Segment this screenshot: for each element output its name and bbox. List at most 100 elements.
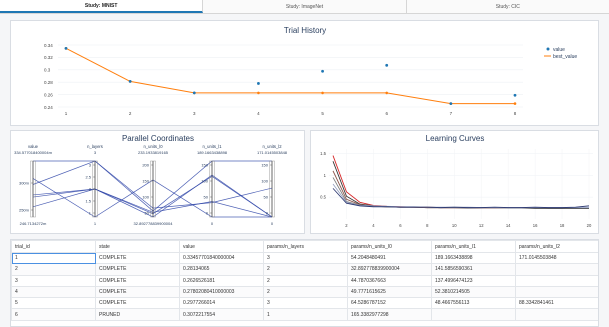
x-tick-label: 1 xyxy=(65,111,68,116)
table-cell[interactable]: 165.3382977298 xyxy=(347,308,432,321)
learning-curves-panel: Learning Curves 1.5 1 0.5 2 4 6 8 10 12 14 16 18 20 xyxy=(310,130,599,234)
table-cell[interactable]: 44.7870367663 xyxy=(347,274,432,287)
axis-bottom-value: 1 xyxy=(94,221,97,226)
y-tick-label: 1 xyxy=(324,173,327,178)
axis-top-value: 233.1933819165 xyxy=(138,150,169,155)
table-row[interactable]: 5 COMPLETE 0.2977266014 3 64.5286787152 48.46… xyxy=(11,297,598,310)
axis-title: n_layers xyxy=(87,144,103,149)
tab-study-mnist[interactable]: Study: MNIST xyxy=(0,0,204,13)
tab-study-cic[interactable]: Study: CIC xyxy=(407,0,609,13)
table-cell[interactable]: 2 xyxy=(263,263,348,276)
axis-tick-label: 2.5 xyxy=(85,175,91,180)
table-cell[interactable] xyxy=(515,285,598,299)
column-header-value[interactable]: value xyxy=(179,240,264,253)
table-cell[interactable]: 137.4996474123 xyxy=(431,274,516,287)
learning-curve-line xyxy=(332,161,589,209)
table-cell[interactable] xyxy=(431,308,516,321)
column-header-n-units-l1[interactable]: params/n_units_l1 xyxy=(431,240,516,253)
table-cell[interactable]: 2 xyxy=(263,274,348,287)
trial-history-title: Trial History xyxy=(284,26,326,35)
x-tick-label: 18 xyxy=(560,223,565,228)
table-cell[interactable]: 88.3342841461 xyxy=(515,297,598,310)
y-tick-label: 0.24 xyxy=(44,105,53,110)
table-cell[interactable]: 52.3810214505 xyxy=(431,285,516,299)
column-header-state[interactable]: state xyxy=(95,240,180,253)
learning-curve-line xyxy=(332,170,589,209)
column-header-n-units-l2[interactable]: params/n_units_l2 xyxy=(515,240,598,253)
table-cell[interactable]: 2 xyxy=(11,263,96,276)
table-cell[interactable]: 48.4667556113 xyxy=(431,297,516,310)
table-cell[interactable]: COMPLETE xyxy=(95,285,180,299)
table-cell[interactable]: 0.27802080410000003 xyxy=(179,285,264,299)
axis-top-value: 334.577018400004m xyxy=(14,150,52,155)
parallel-coordinates-chart[interactable]: Parallel Coordinates value334.5770184000… xyxy=(11,131,305,234)
table-cell[interactable] xyxy=(515,308,598,321)
column-header-n-layers[interactable]: params/n_layers xyxy=(263,240,348,253)
table-header-row: trial_id state value params/n_layers par… xyxy=(11,240,598,253)
table-cell[interactable] xyxy=(515,274,598,287)
table-cell[interactable]: 49.7771615625 xyxy=(347,285,432,299)
table-cell[interactable]: 4 xyxy=(11,285,96,299)
table-cell[interactable]: 0.33457701840000004 xyxy=(179,251,264,265)
axis-top-value: 3 xyxy=(94,150,97,155)
table-cell[interactable]: 3 xyxy=(263,297,348,310)
x-tick-label: 12 xyxy=(479,223,484,228)
table-cell[interactable]: COMPLETE xyxy=(95,297,180,310)
table-cell[interactable]: 0.2977266014 xyxy=(179,297,264,310)
axis-tick-label: 100 xyxy=(142,195,149,200)
x-tick-label: 8 xyxy=(426,223,429,228)
value-point xyxy=(64,46,68,50)
axis-bottom-value: 32.892778839900004 xyxy=(134,221,174,226)
axis-tick-label: 50 xyxy=(204,195,209,200)
table-cell[interactable]: COMPLETE xyxy=(95,263,180,276)
table-cell[interactable]: 6 xyxy=(11,308,96,321)
y-tick-label: 0.5 xyxy=(320,195,326,200)
axis-top-value: 171.0145503848 xyxy=(257,150,288,155)
table-cell[interactable]: 3 xyxy=(11,274,96,287)
column-header-trial-id[interactable]: trial_id xyxy=(11,240,96,253)
axis-tick-label: 200 xyxy=(142,163,149,168)
column-header-n-units-l0[interactable]: params/n_units_l0 xyxy=(347,240,432,253)
table-cell[interactable]: 3 xyxy=(263,251,348,265)
table-cell[interactable]: 0.28134065 xyxy=(179,263,264,276)
x-tick-label: 5 xyxy=(321,111,324,116)
y-tick-label: 0.3 xyxy=(44,68,51,73)
table-cell[interactable]: 0.3072217554 xyxy=(179,308,264,321)
table-row[interactable]: 4 COMPLETE 0.27802080410000003 2 49.77716156… xyxy=(11,285,598,299)
table-cell[interactable]: PRUNED xyxy=(95,308,180,321)
best-value-point xyxy=(385,91,389,95)
value-point xyxy=(257,82,260,85)
trial-history-legend[interactable]: value best_value xyxy=(544,47,577,60)
x-tick-label: 6 xyxy=(385,111,388,116)
table-row[interactable]: 2 COMPLETE 0.28134065 2 32.892778839900004 14… xyxy=(11,263,598,276)
table-cell[interactable]: 141.5856590361 xyxy=(431,263,516,276)
table-cell[interactable]: 171.014550384​8 xyxy=(515,251,598,265)
table-cell[interactable]: COMPLETE xyxy=(95,274,180,287)
table-cell[interactable]: 64.5286787152 xyxy=(347,297,432,310)
trial-history-chart[interactable]: Trial History 0.24 0.26 0.28 0.3 0.32 0.34 1 2 3… xyxy=(11,21,599,126)
table-row[interactable]: 3 COMPLETE 0.2626526181 2 44.7870367663 137.4… xyxy=(11,274,598,287)
table-cell[interactable]: 2 xyxy=(263,285,348,299)
table-cell[interactable]: 189.1663438898 xyxy=(431,251,516,265)
x-tick-label: 16 xyxy=(533,223,538,228)
table-cell[interactable]: 32.892778839900004 xyxy=(347,263,432,276)
axis-tick-label: 50 xyxy=(145,211,150,216)
table-row[interactable]: 1 COMPLETE 0.33457701840000004 3 54.20484804… xyxy=(11,251,598,265)
value-point xyxy=(128,79,132,83)
table-cell[interactable]: 1 xyxy=(11,251,96,265)
tab-study-imagenet[interactable]: Study: ImageNet xyxy=(203,0,407,13)
table-cell[interactable]: 5 xyxy=(11,297,96,310)
learning-curve-line xyxy=(332,183,589,209)
axis-bottom-value: 246.7134272m xyxy=(20,221,47,226)
learning-curves-chart[interactable]: Learning Curves 1.5 1 0.5 2 4 6 8 10 12 14 16 18 20 xyxy=(311,131,599,234)
table-cell[interactable] xyxy=(515,263,598,276)
y-tick-label: 1.5 xyxy=(320,151,326,156)
table-cell[interactable]: 1 xyxy=(263,308,348,321)
x-tick-label: 2 xyxy=(129,111,132,116)
table-cell[interactable]: 0.2626526181 xyxy=(179,274,264,287)
parallel-coordinates-panel: Parallel Coordinates value 334.5770184000… xyxy=(10,130,305,234)
table-cell[interactable]: 54.2048480491 xyxy=(347,251,432,265)
best-value-point xyxy=(513,102,517,105)
table-cell[interactable]: COMPLETE xyxy=(95,251,180,265)
table-row[interactable]: 6 PRUNED 0.3072217554 1 165.3382977298 xyxy=(11,308,598,321)
